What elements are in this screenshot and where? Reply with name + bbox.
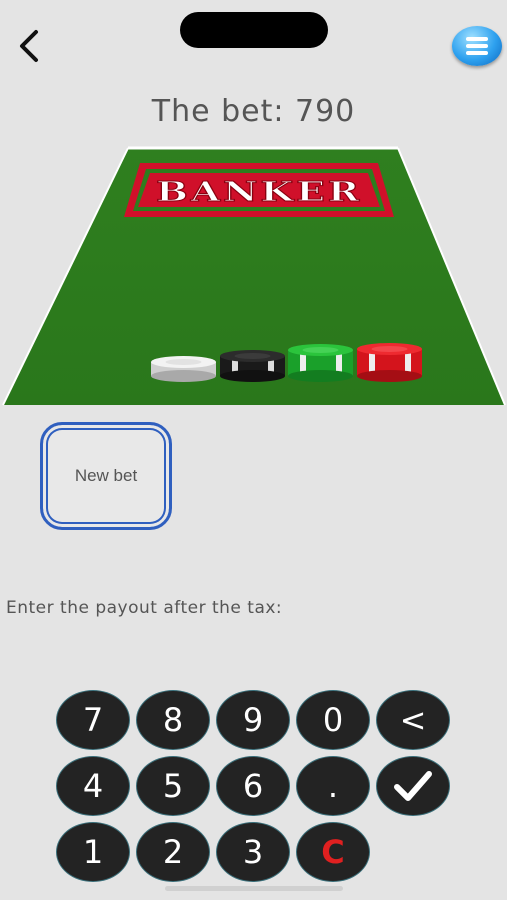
banker-label: BANKER xyxy=(156,177,362,208)
chevron-left-icon xyxy=(20,30,38,62)
clear-key[interactable]: C xyxy=(296,822,370,882)
key-6[interactable]: 6 xyxy=(216,756,290,816)
baccarat-table: BANKER xyxy=(2,146,506,406)
new-bet-button[interactable]: New bet xyxy=(40,422,172,530)
bet-title: The bet: 790 xyxy=(151,94,356,129)
key-2[interactable]: 2 xyxy=(136,822,210,882)
confirm-key[interactable] xyxy=(376,756,450,816)
back-button[interactable] xyxy=(10,26,50,66)
key-8[interactable]: 8 xyxy=(136,690,210,750)
key-7[interactable]: 7 xyxy=(56,690,130,750)
menu-button[interactable] xyxy=(452,26,502,66)
checkmark-icon xyxy=(394,771,432,801)
key-9[interactable]: 9 xyxy=(216,690,290,750)
home-indicator xyxy=(165,886,343,891)
key-5[interactable]: 5 xyxy=(136,756,210,816)
chip-stack-white xyxy=(151,356,216,382)
banker-label-box: BANKER xyxy=(124,163,394,217)
backspace-key[interactable]: < xyxy=(376,690,450,750)
key-3[interactable]: 3 xyxy=(216,822,290,882)
key-4[interactable]: 4 xyxy=(56,756,130,816)
payout-prompt: Enter the payout after the tax: xyxy=(6,598,283,618)
key-0[interactable]: 0 xyxy=(296,690,370,750)
chip-stack-red xyxy=(357,343,422,382)
key-1[interactable]: 1 xyxy=(56,822,130,882)
decimal-key[interactable]: . xyxy=(296,756,370,816)
chip-stack-black xyxy=(220,350,285,382)
chip-stack-green xyxy=(288,344,353,382)
device-notch xyxy=(180,12,328,48)
